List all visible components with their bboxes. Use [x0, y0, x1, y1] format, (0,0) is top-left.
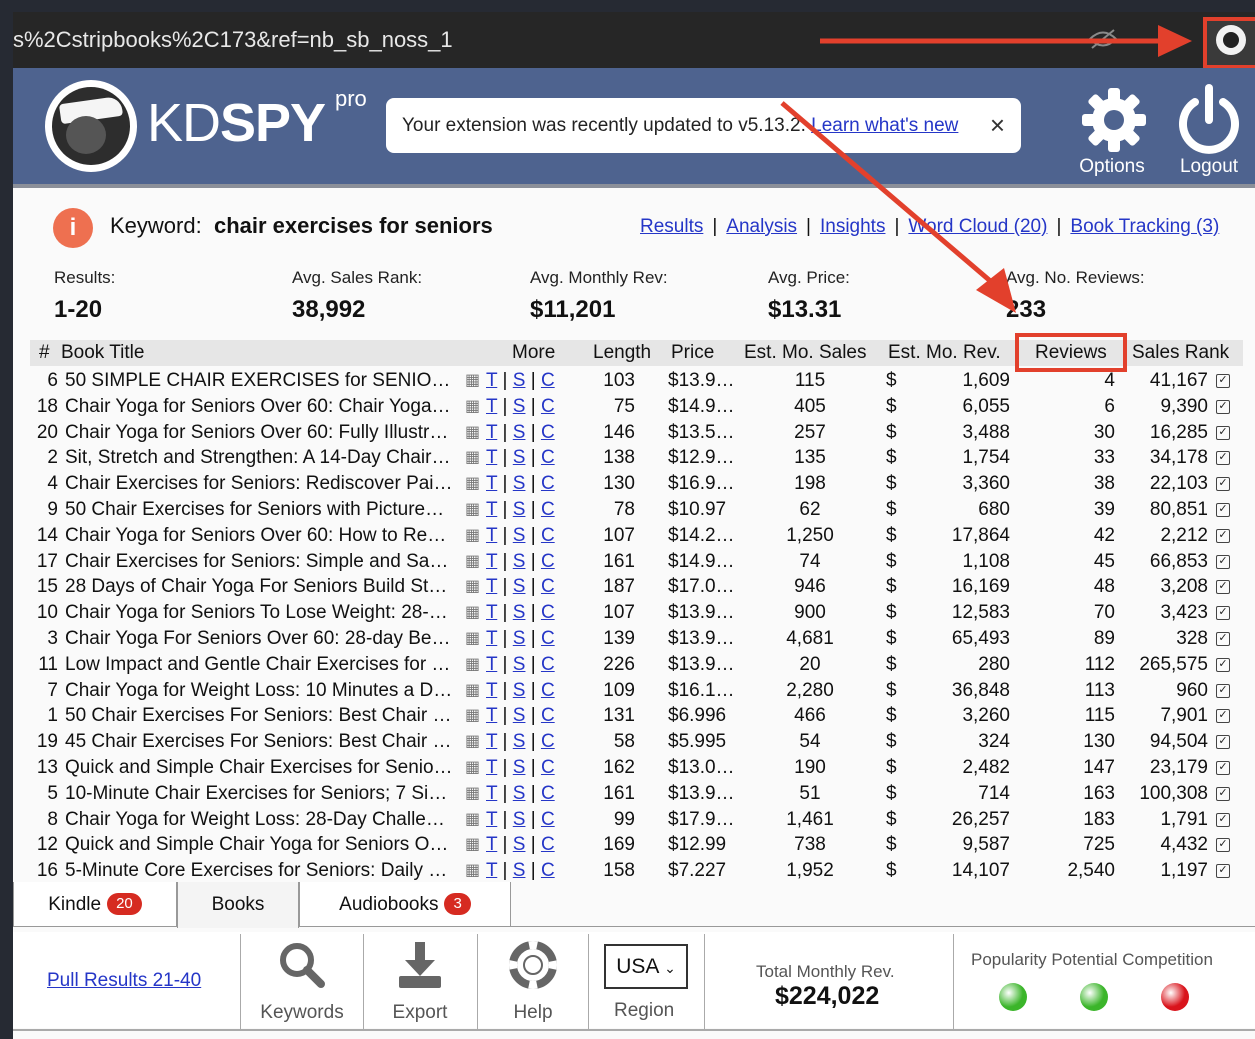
annotation-arrows [780, 25, 1192, 313]
arrow-head-icon [1158, 25, 1192, 57]
